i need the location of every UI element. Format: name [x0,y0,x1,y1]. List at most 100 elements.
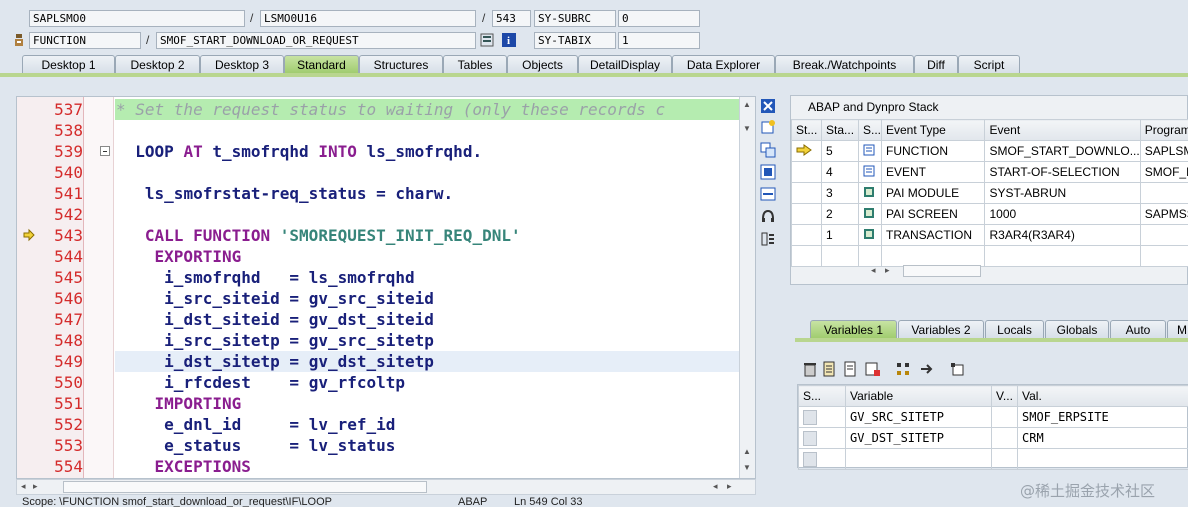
code-line[interactable]: 551 IMPORTING [17,393,740,414]
scroll-thumb[interactable] [903,265,981,277]
editor-vertical-scrollbar[interactable]: ▲ ▼ ▲ ▼ [739,97,755,478]
stack-col-level[interactable]: Sta... [821,119,859,141]
var-col-v[interactable]: V... [991,385,1018,407]
stack-col-s[interactable]: S... [857,119,883,141]
tab-breakpoints[interactable]: Break./Watchpoints [775,55,914,74]
tab-standard[interactable]: Standard [284,55,359,74]
save-variables-icon[interactable] [865,361,881,380]
swap-icon[interactable] [760,186,776,202]
hierarchy-icon[interactable] [895,361,911,380]
variable-row-selector[interactable] [798,406,846,428]
scroll-right-icon[interactable]: ▸ [33,481,38,492]
tab-data-explorer[interactable]: Data Explorer [672,55,775,74]
detail-icon[interactable] [843,361,857,380]
sysvar-value-field-2[interactable]: 1 [618,32,700,49]
tab-variables-1[interactable]: Variables 1 [810,320,897,339]
jump-icon[interactable] [919,361,935,380]
code-line[interactable]: 552 e_dnl_id = lv_ref_id [17,414,740,435]
code-line[interactable]: 545 i_smofrqhd = ls_smofrqhd [17,267,740,288]
tab-variables-2[interactable]: Variables 2 [898,320,984,339]
tab-structures[interactable]: Structures [359,55,443,74]
header-function-name-field[interactable]: SMOF_START_DOWNLOAD_OR_REQUEST [156,32,476,49]
maximize-icon[interactable] [760,164,776,180]
code-line[interactable]: 548 i_src_sitetp = gv_src_sitetp [17,330,740,351]
scroll-right-icon[interactable]: ▸ [885,265,890,276]
variable-row[interactable]: GV_DST_SITETP CRM [798,427,1188,449]
scroll-down-icon[interactable]: ▼ [743,463,751,472]
display-source-icon[interactable] [480,33,494,47]
new-window-icon[interactable] [949,361,965,380]
code-line[interactable]: 546 i_src_siteid = gv_src_siteid [17,288,740,309]
tab-tables[interactable]: Tables [443,55,507,74]
close-icon[interactable] [760,98,776,114]
tab-desktop-2[interactable]: Desktop 2 [115,55,200,74]
tool-settings-icon[interactable] [760,231,776,247]
services-icon[interactable] [760,208,776,224]
delete-icon[interactable] [803,361,817,380]
code-line[interactable]: 537 * Set the request status to waiting (… [17,99,740,120]
code-line[interactable]: 554 EXCEPTIONS [17,456,740,477]
stack-col-event[interactable]: Event [984,119,1141,141]
variable-value-cell[interactable] [1017,448,1188,470]
header-line-field[interactable]: 543 [492,10,531,27]
tab-locals[interactable]: Locals [985,320,1044,339]
stack-row[interactable]: 4 EVENTSTART-OF-SELECTIONSMOF_RE [790,161,1188,183]
stack-col-status[interactable]: St... [790,119,823,141]
var-col-s[interactable]: S... [798,385,846,407]
horizontal-scroll-thumb[interactable] [63,481,427,493]
code-line[interactable]: 543 CALL FUNCTION 'SMOREQUEST_INIT_REQ_D… [17,225,740,246]
replace-tool-icon[interactable] [760,142,776,158]
stack-row[interactable]: 1 TRANSACTION R3AR4(R3AR4) [790,224,1188,246]
scroll-left-icon[interactable]: ◂ [871,265,876,276]
new-tool-icon[interactable] [760,119,776,135]
code-line[interactable]: 538 [17,120,740,141]
editor-horizontal-scrollbar[interactable]: ◂ ▸ ◂ ▸ [16,479,756,495]
fold-toggle-icon[interactable] [100,146,110,156]
variable-row-selector[interactable] [798,427,846,449]
tab-auto[interactable]: Auto [1110,320,1166,339]
tab-objects[interactable]: Objects [507,55,578,74]
code-line[interactable]: 544 EXPORTING [17,246,740,267]
var-col-value[interactable]: Val. [1017,385,1188,407]
variable-value-cell[interactable]: CRM [1017,427,1188,449]
edit-list-icon[interactable] [822,361,836,380]
stack-horizontal-scrollbar[interactable]: ◂ ▸ [865,264,985,278]
info-icon[interactable]: i [502,33,516,47]
sysvar-value-field[interactable]: 0 [618,10,700,27]
scroll-left-icon[interactable]: ◂ [21,481,26,492]
code-line[interactable]: 553 e_status = lv_status [17,435,740,456]
variable-name-cell[interactable]: GV_DST_SITETP [845,427,992,449]
code-line[interactable]: 549 i_dst_sitetp = gv_dst_sitetp [17,351,740,372]
scroll-left-icon[interactable]: ◂ [713,481,718,492]
scroll-up-icon[interactable]: ▲ [743,447,751,456]
tab-script[interactable]: Script [958,55,1020,74]
code-line[interactable]: 539 LOOP AT t_smofrqhd INTO ls_smofrqhd. [17,141,740,162]
source-code-editor[interactable]: 537 * Set the request status to waiting (… [16,96,756,479]
stack-row[interactable]: 3 PAI MODULE SYST-ABRUN [790,182,1188,204]
code-line[interactable]: 541 ls_smofrstat-req_status = charw. [17,183,740,204]
variable-row[interactable] [798,448,1188,470]
scroll-down-icon[interactable]: ▼ [743,124,751,133]
tab-globals[interactable]: Globals [1045,320,1109,339]
code-line[interactable]: 547 i_dst_siteid = gv_dst_siteid [17,309,740,330]
variable-name-cell[interactable]: GV_SRC_SITETP [845,406,992,428]
variable-row-selector[interactable] [798,448,846,470]
variable-name-cell[interactable] [845,448,992,470]
stack-row[interactable]: 2 PAI SCREEN1000SAPMSSY [790,203,1188,225]
header-program-field[interactable]: SAPLSMO0 [29,10,245,27]
variable-value-cell[interactable]: SMOF_ERPSITE [1017,406,1188,428]
tab-desktop-3[interactable]: Desktop 3 [200,55,284,74]
code-line[interactable]: 540 [17,162,740,183]
header-include-field[interactable]: LSMO0U16 [260,10,476,27]
stack-col-event-type[interactable]: Event Type [880,119,986,141]
stack-col-program[interactable]: Program [1139,119,1188,141]
var-col-variable[interactable]: Variable [845,385,992,407]
stack-row[interactable]: 5 FUNCTIONSMOF_START_DOWNLO...SAPLSMO [790,140,1188,162]
tab-more[interactable]: M [1167,320,1188,339]
code-line[interactable]: 550 i_rfcdest = gv_rfcoltp [17,372,740,393]
tab-detaildisplay[interactable]: DetailDisplay [578,55,672,74]
scroll-right-icon[interactable]: ▸ [727,481,732,492]
tab-diff[interactable]: Diff [914,55,958,74]
variable-row[interactable]: GV_SRC_SITETP SMOF_ERPSITE [798,406,1188,428]
scroll-up-icon[interactable]: ▲ [743,100,751,109]
